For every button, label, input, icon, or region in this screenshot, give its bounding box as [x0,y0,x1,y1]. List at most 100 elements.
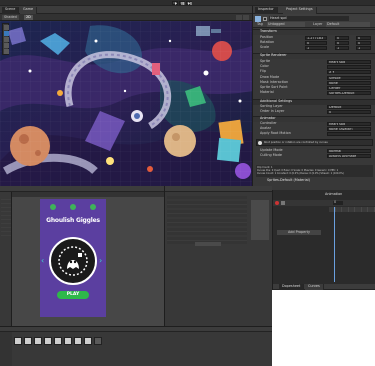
game-title: Ghoulish Giggles [46,217,100,224]
inspector-panel: Inspector Project Settings Heart spd Tag… [252,6,375,186]
animator-field[interactable]: Always Animate [327,154,371,159]
playhead[interactable] [334,207,335,282]
additional-field[interactable]: 0 [327,110,371,115]
next-arrow-icon[interactable]: › [99,257,102,265]
first-key-icon[interactable] [281,201,285,205]
gizmos-icon[interactable] [236,15,242,20]
position-z-field[interactable]: 0 [356,36,371,40]
animation-controls: 0 [273,200,375,206]
sprite-field[interactable]: Simple [327,75,371,80]
position-y-field[interactable]: 0 [335,36,349,40]
2d-toggle[interactable]: 2D [24,15,33,20]
hierarchy-list[interactable] [1,196,11,236]
game-screen[interactable]: Ghoulish Giggles ‹ › PLAY [40,199,106,317]
pause-button[interactable] [179,1,185,5]
info-icon [258,141,262,145]
coin-icon [50,204,56,210]
position-x-field[interactable]: 1.277183 [305,36,327,40]
timeline-ruler[interactable] [329,207,375,212]
scene-panel: Scene Game Shaded 2D [0,6,252,186]
game-toolbar [12,192,164,197]
asset-thumbnail[interactable] [54,337,62,345]
rect-tool-icon[interactable] [4,49,9,54]
asset-thumbnail[interactable] [34,337,42,345]
sprite-renderer-header[interactable]: Sprite Renderer [253,53,375,59]
animation-panel: Animation 0 Add Property Dopesheet Curve… [272,190,375,290]
transform-header[interactable]: Transform [253,29,375,35]
material-header[interactable]: Sprites-Default (Material) [267,178,310,182]
object-name-field[interactable]: Heart spd [269,16,349,21]
add-property-button[interactable]: Add Property [277,230,321,235]
sprite-field[interactable] [327,65,371,70]
animator-field[interactable]: None (Avatar) [327,127,371,132]
sprite-field[interactable]: X Y [327,70,371,75]
rotation-x-field[interactable]: 0 [305,41,327,45]
properties-tabbar [165,186,273,192]
asset-thumbnail[interactable] [84,337,92,345]
ghost-figure-icon [58,246,88,276]
animator-label: Controller [260,121,277,125]
rotate-tool-icon[interactable] [4,37,9,42]
sprite-row: Color [255,64,373,70]
properties-grid[interactable] [167,196,247,246]
play-button[interactable] [172,1,178,5]
project-panel [0,326,272,366]
scale-y-field[interactable]: 1 [335,46,349,50]
animator-field[interactable]: heart spd [327,122,371,126]
animation-gap [272,186,375,190]
rotation-z-field[interactable]: 0 [356,41,371,45]
tab-project-settings[interactable]: Project Settings [283,7,317,14]
search-icon[interactable] [243,15,249,20]
pause-icon [181,2,185,5]
shading-mode-dropdown[interactable]: Shaded [2,15,19,20]
character-portrait [49,237,97,285]
layer-label: Layer [313,22,323,26]
scene-tools [2,23,9,55]
animator-row: Apply Root Motion [255,131,373,137]
tab-inspector[interactable]: Inspector [255,7,278,14]
sprite-field[interactable]: Center [327,86,371,90]
asset-thumbnail[interactable] [44,337,52,345]
tab-scene[interactable]: Scene [2,7,20,14]
sprite-field[interactable]: Sprites-Default [327,91,371,96]
sprite-label: Draw Mode [260,74,280,79]
animation-title: Animation [325,192,343,196]
tag-dropdown[interactable]: Untagged [267,22,305,27]
play-game-button[interactable]: PLAY [57,291,89,299]
move-tool-icon[interactable] [4,31,9,36]
hierarchy-panel [0,186,12,326]
time-field[interactable]: 0 [333,200,343,205]
asset-thumbnail[interactable] [94,337,102,345]
step-icon [188,2,192,5]
animator-field[interactable]: Normal [327,149,371,153]
animator-label: Avatar [260,126,272,131]
hand-tool-icon[interactable] [4,25,9,30]
layer-dropdown[interactable]: Default [326,22,370,27]
scale-x-field[interactable]: 1 [305,46,327,50]
record-icon[interactable] [275,201,279,205]
scale-tool-icon[interactable] [4,43,9,48]
scale-z-field[interactable]: 1 [356,46,371,50]
scene-canvas[interactable] [0,21,252,186]
asset-thumbnail[interactable] [24,337,32,345]
animator-label: Culling Mode [260,153,282,158]
asset-thumbnail[interactable] [74,337,82,345]
animator-field[interactable] [327,132,371,137]
sprite-label: Mask Interaction [260,79,289,84]
empty-area [272,290,375,366]
tab-game[interactable]: Game [20,7,38,14]
asset-thumbnail[interactable] [64,337,72,345]
step-button[interactable] [186,1,192,5]
rotation-y-field[interactable]: 0 [335,41,349,45]
properties-panel [164,186,273,326]
apply-button[interactable] [195,242,221,246]
gem-icon [70,204,76,210]
active-checkbox[interactable] [263,17,267,21]
sprite-field[interactable]: None [327,80,371,85]
previous-arrow-icon[interactable]: ‹ [41,257,44,265]
settings-icon[interactable] [90,204,96,210]
asset-thumbnail[interactable] [14,337,22,345]
folder-tree[interactable] [0,332,12,366]
additional-field[interactable]: Default [327,105,371,109]
sprite-field[interactable]: heart spd [327,60,371,64]
